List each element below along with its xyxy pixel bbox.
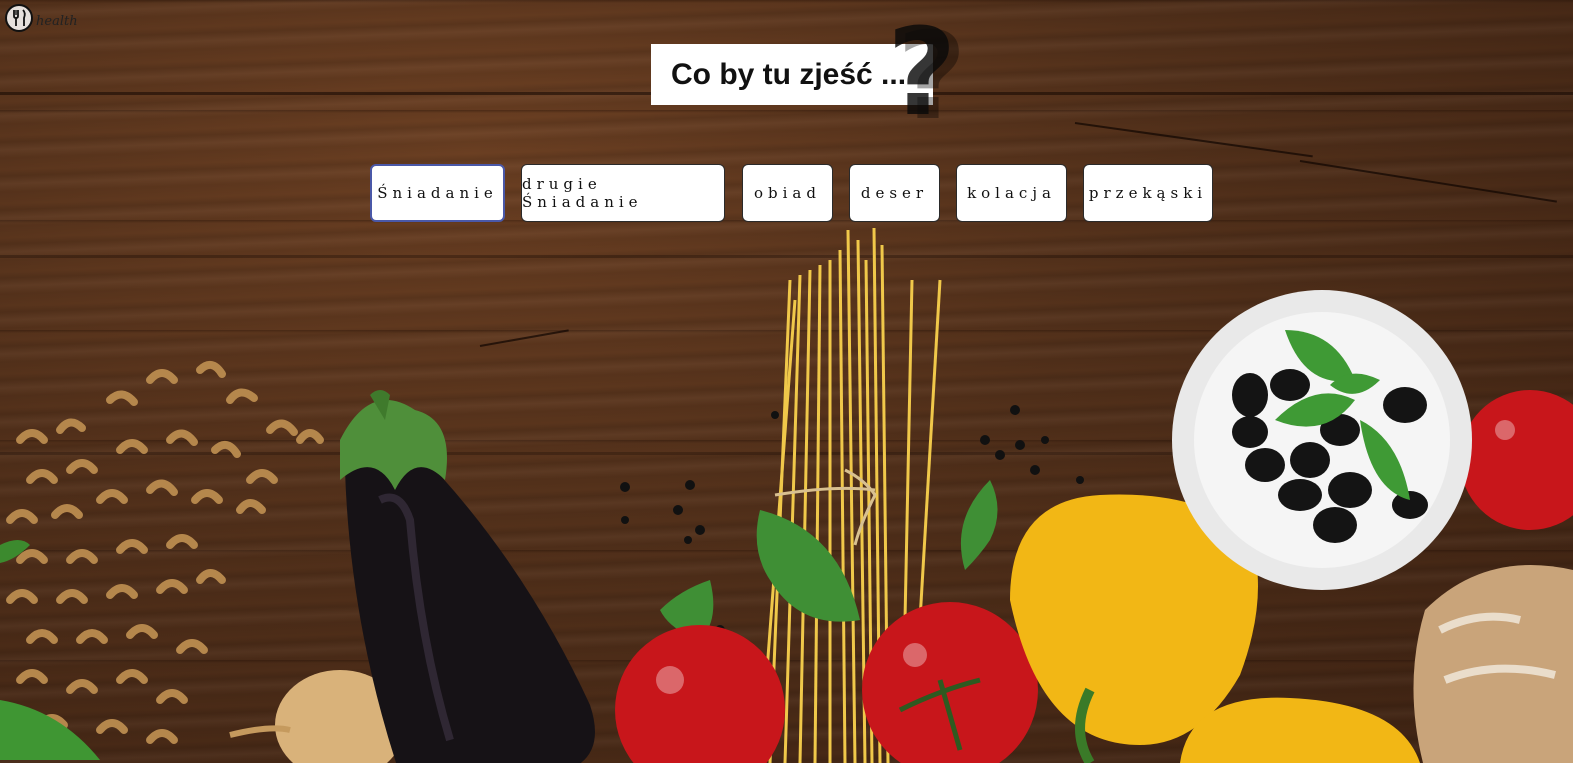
logo[interactable]: health — [5, 4, 78, 32]
olive-bowl-image — [1172, 290, 1472, 590]
category-button-deser[interactable]: deser — [849, 164, 940, 222]
macaroni-pile-image — [6, 360, 324, 744]
tomato-image — [1460, 390, 1573, 530]
basil-leaf-image — [0, 700, 100, 760]
category-button-kolacja[interactable]: kolacja — [956, 164, 1067, 222]
tomato-image — [615, 625, 785, 763]
basil-leaf-image — [960, 480, 998, 570]
page-title: Co by tu zjeść ... ? — [651, 14, 957, 134]
question-mark-icon: ? — [887, 4, 957, 143]
cutlery-icon — [5, 4, 33, 32]
category-button-przekaski[interactable]: przekąski — [1083, 164, 1213, 222]
tomato-image — [862, 602, 1038, 763]
bread-image — [1413, 565, 1573, 763]
meal-category-nav: Śniadanie drugie Śniadanie obiad deser k… — [0, 164, 1573, 222]
food-illustration — [0, 227, 1573, 763]
logo-text: health — [36, 13, 78, 29]
category-button-drugie-sniadanie[interactable]: drugie Śniadanie — [521, 164, 725, 222]
category-button-sniadanie[interactable]: Śniadanie — [370, 164, 505, 222]
category-button-obiad[interactable]: obiad — [742, 164, 833, 222]
